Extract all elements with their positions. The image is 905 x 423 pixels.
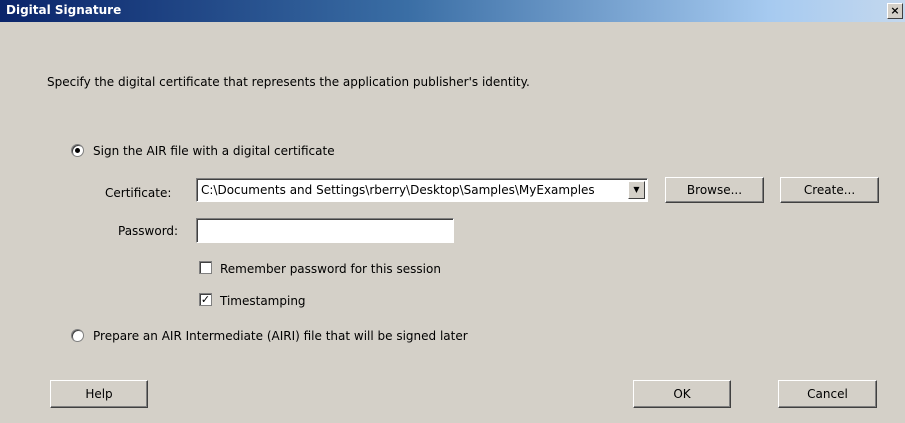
sign-radio-label[interactable]: Sign the AIR file with a digital certifi…: [93, 144, 335, 158]
password-label: Password:: [118, 224, 179, 238]
chevron-down-icon[interactable]: ▼: [628, 181, 645, 199]
prepare-radio[interactable]: [71, 329, 84, 342]
timestamping-checkbox[interactable]: ✓: [199, 293, 212, 306]
create-button[interactable]: Create...: [780, 177, 879, 203]
browse-button[interactable]: Browse...: [665, 177, 764, 203]
remember-password-label[interactable]: Remember password for this session: [220, 262, 441, 276]
radio-selected-dot: [75, 148, 80, 153]
help-button[interactable]: Help: [50, 380, 148, 408]
remember-password-checkbox[interactable]: [199, 261, 212, 274]
sign-radio[interactable]: [71, 144, 84, 157]
cancel-button[interactable]: Cancel: [778, 380, 877, 408]
timestamping-label[interactable]: Timestamping: [220, 294, 306, 308]
certificate-value: C:\Documents and Settings\rberry\Desktop…: [201, 183, 595, 197]
ok-button[interactable]: OK: [633, 380, 731, 408]
title-bar: Digital Signature ×: [0, 0, 905, 22]
intro-text: Specify the digital certificate that rep…: [47, 75, 530, 89]
certificate-label: Certificate:: [105, 186, 172, 200]
prepare-radio-label[interactable]: Prepare an AIR Intermediate (AIRI) file …: [93, 329, 468, 343]
password-field[interactable]: [196, 218, 454, 243]
certificate-combobox[interactable]: C:\Documents and Settings\rberry\Desktop…: [196, 178, 648, 202]
check-icon: ✓: [200, 293, 211, 306]
close-button[interactable]: ×: [887, 3, 903, 19]
window-title: Digital Signature: [6, 3, 122, 17]
